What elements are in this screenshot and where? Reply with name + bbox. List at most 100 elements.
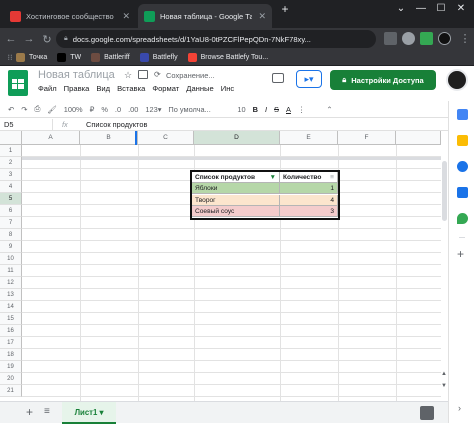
column-header-f[interactable]: F xyxy=(338,131,396,145)
row-header[interactable]: 20 xyxy=(0,373,22,385)
row-header[interactable]: 8 xyxy=(0,229,22,241)
bookmark-tw[interactable]: TW xyxy=(57,53,81,62)
print-icon[interactable]: ⎙ xyxy=(34,104,40,114)
column-header-a[interactable]: A xyxy=(22,131,80,145)
row-header[interactable]: 10 xyxy=(0,253,22,265)
maximize-button[interactable]: ☐ xyxy=(432,3,450,14)
extension-icon[interactable] xyxy=(420,32,433,45)
back-icon[interactable]: ← xyxy=(2,33,20,45)
more-icon[interactable]: ⋮ xyxy=(298,105,305,114)
column-header-d[interactable]: D xyxy=(194,131,280,145)
close-tab-icon[interactable]: ✕ xyxy=(122,11,130,22)
scroll-down-icon[interactable]: ▼ xyxy=(441,383,447,389)
row-header[interactable]: 2 xyxy=(0,157,22,169)
avatar[interactable] xyxy=(446,69,468,91)
percent-format-button[interactable]: % xyxy=(101,105,108,114)
browser-menu-icon[interactable]: ⋮ xyxy=(456,32,474,45)
text-color-button[interactable]: A xyxy=(286,105,291,114)
font-size-select[interactable]: 10 xyxy=(237,105,245,114)
hide-panel-icon[interactable]: › xyxy=(458,403,461,413)
add-sheet-button[interactable]: + xyxy=(26,405,33,419)
column-header-b[interactable]: B xyxy=(80,131,138,145)
explore-icon[interactable] xyxy=(420,406,434,420)
tab-search-icon[interactable]: ⌄ xyxy=(392,3,410,14)
font-select[interactable]: По умолча... xyxy=(168,105,220,114)
address-bar[interactable]: 🔒︎ docs.google.com/spreadsheets/d/1YaU8-… xyxy=(56,30,376,48)
menu-data[interactable]: Данные xyxy=(186,84,213,93)
redo-icon[interactable]: ↷ xyxy=(21,105,27,114)
row-header[interactable]: 6 xyxy=(0,205,22,217)
bookmark-star-icon[interactable] xyxy=(402,32,415,45)
reload-icon[interactable]: ↻ xyxy=(38,33,56,46)
freeze-separator[interactable] xyxy=(22,157,441,160)
row-header[interactable]: 15 xyxy=(0,313,22,325)
menu-edit[interactable]: Правка xyxy=(64,84,90,93)
name-box[interactable]: D5 xyxy=(4,120,13,129)
tasks-icon[interactable] xyxy=(457,161,468,172)
vertical-scrollbar[interactable]: ▲ ▼ xyxy=(441,131,448,401)
column-header-e[interactable]: E xyxy=(280,131,338,145)
comments-icon[interactable] xyxy=(272,73,284,83)
row-header[interactable]: 9 xyxy=(0,241,22,253)
formula-input[interactable]: Список продуктов xyxy=(86,120,147,129)
strikethrough-button[interactable]: S xyxy=(274,105,279,114)
close-tab-icon[interactable]: ✕ xyxy=(258,11,266,22)
column-header-g[interactable] xyxy=(396,131,441,145)
bookmark-battlefy[interactable]: Browse Battlefy Tou... xyxy=(187,53,268,62)
table-cell-product[interactable]: Творог xyxy=(192,194,280,206)
row-header[interactable]: 16 xyxy=(0,325,22,337)
bookmark-battlefly[interactable]: Battlefly xyxy=(139,53,178,62)
row-header[interactable]: 7 xyxy=(0,217,22,229)
row-header[interactable]: 19 xyxy=(0,361,22,373)
column-header-c[interactable]: C xyxy=(138,131,194,145)
table-header-quantity[interactable]: Количество ≡ xyxy=(280,172,338,183)
table-cell-quantity[interactable]: 3 xyxy=(280,206,338,217)
all-sheets-button[interactable]: ≡ xyxy=(44,406,50,417)
row-header[interactable]: 5 xyxy=(0,193,22,205)
table-header-products[interactable]: Список продуктов ▼ xyxy=(192,172,280,183)
profile-avatar-icon[interactable] xyxy=(438,32,451,45)
move-folder-icon[interactable] xyxy=(138,70,148,79)
share-page-icon[interactable] xyxy=(384,32,397,45)
table-cell-quantity[interactable]: 1 xyxy=(280,183,338,194)
contacts-icon[interactable] xyxy=(457,187,468,198)
table-cell-product[interactable]: Яблоки xyxy=(192,183,280,194)
menu-insert[interactable]: Вставка xyxy=(117,84,145,93)
row-header[interactable]: 3 xyxy=(0,169,22,181)
add-on-icon[interactable]: + xyxy=(457,247,464,261)
filter-icon[interactable]: ▼ xyxy=(269,172,276,182)
bookmark-tochka[interactable]: Точка xyxy=(16,53,47,62)
keep-icon[interactable] xyxy=(457,135,468,146)
maps-icon[interactable] xyxy=(457,213,468,224)
zoom-select[interactable]: 100% xyxy=(64,105,83,114)
increase-decimal-button[interactable]: .00 xyxy=(128,105,138,114)
row-header[interactable]: 13 xyxy=(0,289,22,301)
collapse-toolbar-icon[interactable]: ⌃ xyxy=(326,105,332,114)
sheet-tab-list1[interactable]: Лист1 ▾ xyxy=(62,402,116,424)
row-header[interactable]: 14 xyxy=(0,301,22,313)
scroll-up-icon[interactable]: ▲ xyxy=(441,371,447,377)
select-all-corner[interactable] xyxy=(0,131,22,145)
row-header[interactable]: 11 xyxy=(0,265,22,277)
row-header[interactable]: 12 xyxy=(0,277,22,289)
new-tab-button[interactable]: + xyxy=(276,2,294,16)
table-cell-product[interactable]: Соевый соус xyxy=(192,206,280,217)
menu-tools[interactable]: Инс xyxy=(221,84,234,93)
meet-present-button[interactable]: ▸▾ xyxy=(296,70,322,88)
filter-icon[interactable]: ≡ xyxy=(330,172,334,182)
column-resize-handle[interactable] xyxy=(135,131,137,145)
share-button[interactable]: 🔒︎ Настройки Доступа xyxy=(330,70,436,90)
row-header[interactable]: 4 xyxy=(0,181,22,193)
currency-format-button[interactable]: ₽ xyxy=(90,105,95,114)
browser-tab-hosting[interactable]: Хостинговое сообщество «Tim ✕ xyxy=(4,4,136,28)
menu-file[interactable]: Файл xyxy=(38,84,57,93)
sheets-logo-icon[interactable] xyxy=(8,70,28,96)
row-header[interactable]: 18 xyxy=(0,349,22,361)
close-window-button[interactable]: ✕ xyxy=(452,3,470,14)
paint-format-icon[interactable]: 🖌︎ xyxy=(47,105,56,114)
decrease-decimal-button[interactable]: .0 xyxy=(115,105,121,114)
minimize-button[interactable]: — xyxy=(412,3,430,14)
bold-button[interactable]: B xyxy=(253,105,258,114)
row-header[interactable]: 1 xyxy=(0,145,22,157)
forward-icon[interactable]: → xyxy=(20,33,38,45)
